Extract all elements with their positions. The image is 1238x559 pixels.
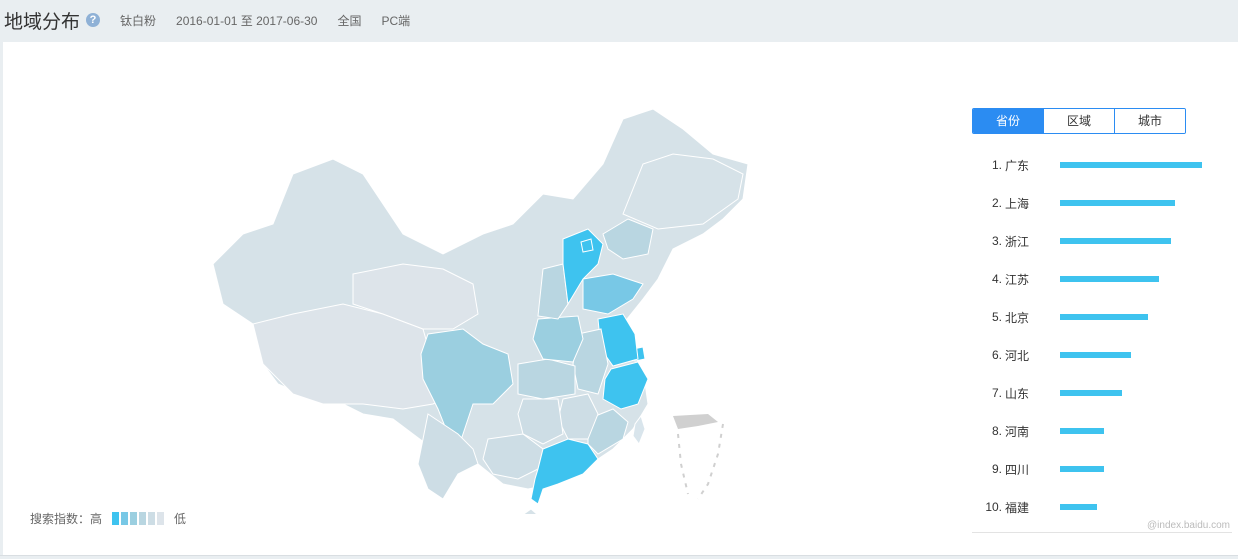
rank-number: 7. xyxy=(991,386,1002,400)
rank-bar xyxy=(1060,314,1148,320)
region-label: 全国 xyxy=(337,13,362,28)
rank-bar xyxy=(1060,390,1122,396)
watermark: @index.baidu.com xyxy=(1147,520,1230,531)
rank-bar xyxy=(1060,504,1097,510)
rank-number: 2. xyxy=(991,196,1002,210)
rank-province-name: 北京 xyxy=(1005,310,1030,325)
rank-bar xyxy=(1060,276,1159,282)
tab-region[interactable]: 区域 xyxy=(1043,109,1114,133)
rank-province-name: 四川 xyxy=(1005,462,1030,477)
dimension-tabs: 省份 区域 城市 xyxy=(972,108,1186,134)
rank-province-name: 上海 xyxy=(1005,196,1030,211)
list-item: 6. 河北 xyxy=(972,336,1234,374)
bottom-divider xyxy=(0,555,1238,556)
rank-number: 5. xyxy=(991,310,1002,324)
list-item: 4. 江苏 xyxy=(972,260,1234,298)
rank-bar xyxy=(1060,466,1104,472)
list-item: 1. 广东 xyxy=(972,146,1234,184)
rank-bar xyxy=(1060,352,1131,358)
rank-number: 8. xyxy=(991,424,1002,438)
rank-province-name: 浙江 xyxy=(1005,234,1030,249)
list-item: 7. 山东 xyxy=(972,374,1234,412)
list-item: 9. 四川 xyxy=(972,450,1234,488)
map-hainan xyxy=(522,508,538,514)
question-circle-icon[interactable]: ? xyxy=(86,13,101,27)
rank-province-name: 江苏 xyxy=(1005,272,1030,287)
legend-swatch xyxy=(139,512,147,525)
rank-number: 3. xyxy=(991,234,1002,248)
tab-city[interactable]: 城市 xyxy=(1114,109,1185,133)
rank-number: 4. xyxy=(991,272,1002,286)
map-south-china-sea xyxy=(673,414,718,429)
map-henan xyxy=(532,315,584,363)
rank-province-name: 山东 xyxy=(1005,386,1030,401)
date-range-label: 2016-01-01 至 2017-06-30 xyxy=(176,13,318,28)
rank-province-name: 河南 xyxy=(1005,424,1030,439)
tab-province[interactable]: 省份 xyxy=(973,109,1043,133)
rank-bar xyxy=(1060,200,1175,206)
map-beijing xyxy=(580,238,594,253)
rank-number: 9. xyxy=(991,462,1002,476)
list-item: 2. 上海 xyxy=(972,184,1234,222)
rank-province-name: 河北 xyxy=(1005,348,1030,363)
map-shanxi xyxy=(537,263,569,320)
legend-swatch xyxy=(157,512,165,525)
rank-bar xyxy=(1060,162,1202,168)
keyword-label: 钛白粉 xyxy=(120,13,157,28)
rank-number: 10. xyxy=(985,500,1002,514)
province-ranking-list: 1. 广东 2. 上海 3. 浙江 4. 江苏 5. 北京 6. 河北 7. 山东 8. 河南 9. 四川 10. 福… xyxy=(972,146,1234,526)
rank-bar xyxy=(1060,238,1171,244)
legend-low-label: 低 xyxy=(174,512,187,526)
page-title: 地域分布 xyxy=(4,11,81,33)
map-nine-dash-line xyxy=(677,423,724,500)
region-distribution-panel: 搜索指数：高 低 省份 区域 城市 1. 广东 2. 上海 3. 浙江 4. 江苏 5. 北京 6.… xyxy=(3,42,1238,556)
rank-bar xyxy=(1060,428,1104,434)
rank-number: 1. xyxy=(991,158,1002,172)
legend-swatch xyxy=(148,512,156,525)
rank-number: 6. xyxy=(991,348,1002,362)
list-item: 8. 河南 xyxy=(972,412,1234,450)
south-china-sea-inset xyxy=(673,414,724,500)
rank-province-name: 福建 xyxy=(1005,500,1030,515)
rank-province-name: 广东 xyxy=(1005,158,1030,173)
legend-high-label: 搜索指数：高 xyxy=(30,512,103,526)
map-hubei xyxy=(517,358,576,400)
list-item: 5. 北京 xyxy=(972,298,1234,336)
search-index-legend: 搜索指数：高 低 xyxy=(30,510,186,527)
list-divider xyxy=(972,532,1232,533)
legend-swatch xyxy=(130,512,138,525)
china-map xyxy=(212,108,749,514)
legend-swatches xyxy=(112,512,166,525)
list-item: 3. 浙江 xyxy=(972,222,1234,260)
legend-swatch xyxy=(112,512,120,525)
header: 地域分布 ? 钛白粉 2016-01-01 至 2017-06-30 全国 PC… xyxy=(0,0,1238,40)
device-label: PC端 xyxy=(381,13,411,28)
legend-swatch xyxy=(121,512,129,525)
